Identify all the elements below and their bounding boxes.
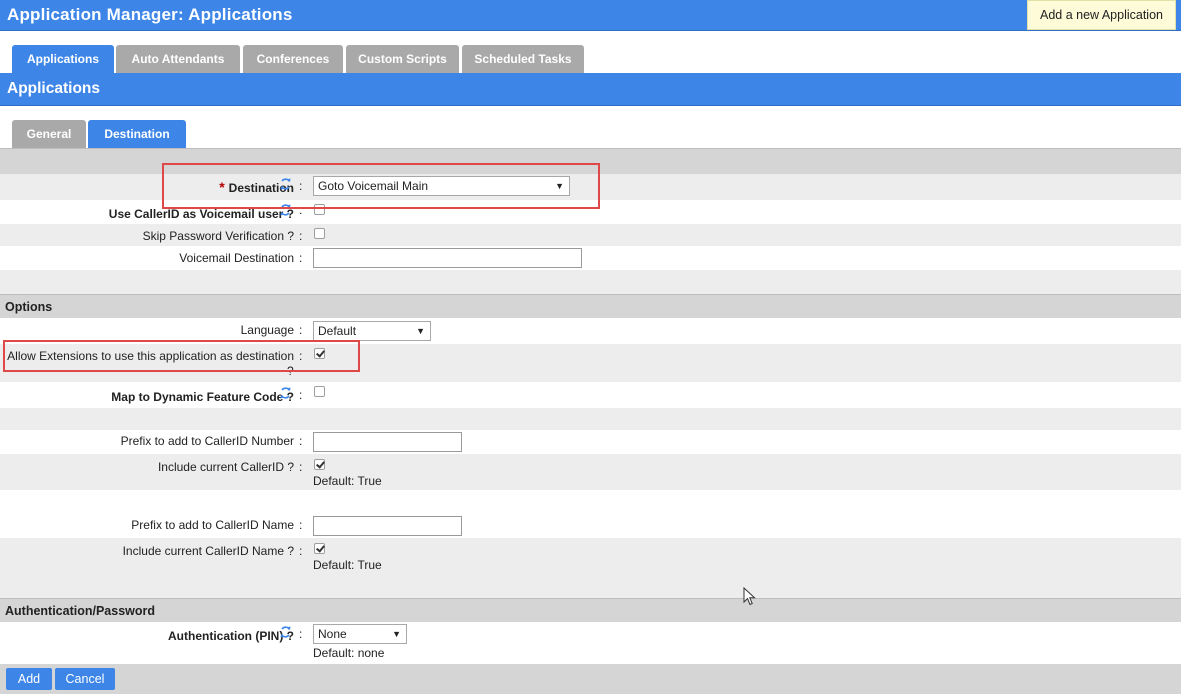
footer-bar: Add Cancel bbox=[0, 664, 1181, 694]
include-callerid-checkbox[interactable] bbox=[314, 459, 325, 470]
section-title-bar: Applications bbox=[0, 73, 1181, 106]
colon: : bbox=[299, 388, 303, 402]
tab-auto-attendants[interactable]: Auto Attendants bbox=[116, 45, 240, 73]
language-label: Language bbox=[240, 323, 294, 337]
mouse-pointer-icon bbox=[743, 587, 756, 606]
destination-select[interactable]: Goto Voicemail Main ▼ bbox=[313, 176, 570, 196]
auth-label: Authentication (PIN) ? bbox=[168, 629, 294, 643]
options-header: Options bbox=[0, 294, 1181, 318]
language-row: Language : Default ▼ bbox=[0, 318, 1181, 344]
add-new-application-button[interactable]: Add a new Application bbox=[1027, 0, 1176, 30]
include-callerid-label: Include current CallerID ? bbox=[157, 460, 294, 474]
voicemail-destination-row: Voicemail Destination : bbox=[0, 246, 1181, 270]
auth-default: Default: none bbox=[313, 646, 385, 660]
section-title: Applications bbox=[7, 80, 101, 97]
include-callerid-name-default: Default: True bbox=[313, 558, 382, 572]
language-select[interactable]: Default ▼ bbox=[313, 321, 431, 341]
map-dynamic-row: Map to Dynamic Feature Code ? : bbox=[0, 382, 1181, 408]
colon: : bbox=[299, 518, 303, 532]
include-callerid-name-label: Include current CallerID Name ? bbox=[122, 544, 294, 558]
form-top-divider bbox=[0, 148, 1181, 174]
refresh-icon[interactable] bbox=[279, 625, 292, 639]
auth-title: Authentication/Password bbox=[5, 604, 156, 618]
skip-password-checkbox[interactable] bbox=[314, 228, 325, 239]
use-callerid-checkbox[interactable] bbox=[314, 204, 325, 215]
app-title: Application Manager: Applications bbox=[7, 5, 293, 24]
include-callerid-name-checkbox[interactable] bbox=[314, 543, 325, 554]
tab-destination[interactable]: Destination bbox=[88, 120, 186, 148]
use-callerid-label: Use CallerID as Voicemail user ? bbox=[108, 207, 294, 221]
colon: : bbox=[299, 460, 303, 474]
refresh-icon[interactable] bbox=[279, 177, 292, 191]
prefix-name-input[interactable] bbox=[313, 516, 462, 536]
top-header-bar: Application Manager: Applications bbox=[0, 0, 1181, 31]
prefix-name-row: Prefix to add to CallerID Name : bbox=[0, 514, 1181, 538]
auth-select[interactable]: None ▼ bbox=[313, 624, 407, 644]
colon: : bbox=[299, 179, 303, 193]
tab-general[interactable]: General bbox=[12, 120, 86, 148]
cancel-button[interactable]: Cancel bbox=[55, 668, 115, 690]
tab-custom-scripts[interactable]: Custom Scripts bbox=[346, 45, 459, 73]
spacer-row bbox=[0, 408, 1181, 430]
spacer-row bbox=[0, 270, 1181, 294]
allow-extensions-checkbox[interactable] bbox=[314, 348, 325, 359]
map-dynamic-label: Map to Dynamic Feature Code ? bbox=[111, 390, 294, 404]
prefix-number-label: Prefix to add to CallerID Number bbox=[120, 434, 294, 448]
auth-header: Authentication/Password bbox=[0, 598, 1181, 622]
add-button[interactable]: Add bbox=[6, 668, 52, 690]
colon: : bbox=[299, 323, 303, 337]
colon: : bbox=[299, 229, 303, 243]
spacer-row bbox=[0, 490, 1181, 514]
chevron-down-icon: ▼ bbox=[392, 629, 401, 639]
tab-scheduled-tasks[interactable]: Scheduled Tasks bbox=[462, 45, 584, 73]
colon: : bbox=[299, 627, 303, 641]
skip-password-row: Skip Password Verification ? : bbox=[0, 224, 1181, 246]
tab-applications[interactable]: Applications bbox=[12, 45, 114, 73]
colon: : bbox=[299, 434, 303, 448]
colon: : bbox=[299, 349, 303, 363]
include-callerid-name-row: Include current CallerID Name ? : Defaul… bbox=[0, 538, 1181, 574]
map-dynamic-checkbox[interactable] bbox=[314, 386, 325, 397]
skip-password-label: Skip Password Verification ? bbox=[142, 229, 294, 243]
chevron-down-icon: ▼ bbox=[416, 326, 425, 336]
prefix-number-input[interactable] bbox=[313, 432, 462, 452]
spacer-row bbox=[0, 574, 1181, 598]
colon: : bbox=[299, 544, 303, 558]
use-callerid-row: Use CallerID as Voicemail user ? : bbox=[0, 200, 1181, 224]
prefix-number-row: Prefix to add to CallerID Number : bbox=[0, 430, 1181, 454]
auth-row: Authentication (PIN) ? : None ▼ Default:… bbox=[0, 622, 1181, 664]
allow-extensions-row: Allow Extensions to use this application… bbox=[0, 344, 1181, 382]
voicemail-destination-input[interactable] bbox=[313, 248, 582, 268]
required-marker: * bbox=[219, 179, 225, 195]
colon: : bbox=[299, 251, 303, 265]
voicemail-destination-label: Voicemail Destination bbox=[179, 251, 294, 265]
colon: : bbox=[299, 203, 303, 217]
include-callerid-default: Default: True bbox=[313, 474, 382, 488]
allow-extensions-help: ? bbox=[287, 364, 294, 378]
include-callerid-row: Include current CallerID ? : Default: Tr… bbox=[0, 454, 1181, 490]
allow-extensions-label: Allow Extensions to use this application… bbox=[7, 349, 294, 363]
chevron-down-icon: ▼ bbox=[555, 181, 564, 191]
options-title: Options bbox=[5, 300, 53, 314]
refresh-icon[interactable] bbox=[279, 203, 292, 217]
tab-conferences[interactable]: Conferences bbox=[243, 45, 343, 73]
prefix-name-label: Prefix to add to CallerID Name bbox=[131, 518, 294, 532]
destination-row: * Destination : Goto Voicemail Main ▼ bbox=[0, 174, 1181, 200]
refresh-icon[interactable] bbox=[279, 386, 292, 400]
